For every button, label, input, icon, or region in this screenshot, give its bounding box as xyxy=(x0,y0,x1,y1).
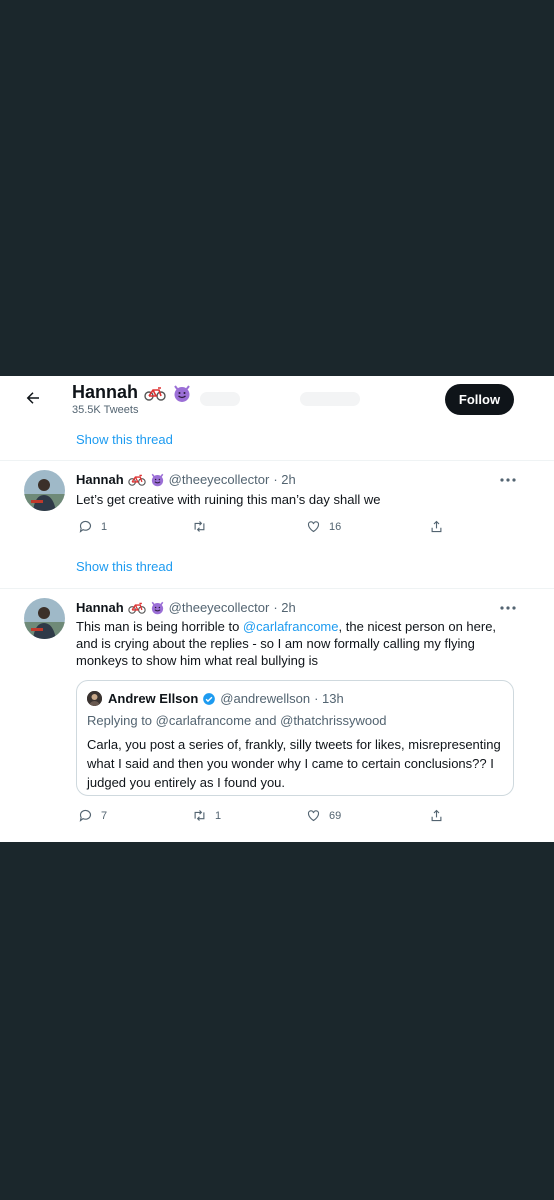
profile-photo-icon xyxy=(24,470,65,511)
tweet-time[interactable]: · 2h xyxy=(273,472,295,487)
faded-background-element xyxy=(200,392,240,406)
divider xyxy=(0,588,554,589)
reply-button[interactable]: 7 xyxy=(78,808,107,823)
more-dots-icon[interactable] xyxy=(498,476,518,484)
author-name[interactable]: Hannah xyxy=(76,472,124,487)
bicycle-emoji-icon xyxy=(127,474,146,486)
tweet-header: Hannah @theeyecollector · 2h xyxy=(76,472,296,487)
avatar[interactable] xyxy=(24,598,65,639)
reply-button[interactable]: 1 xyxy=(78,519,107,534)
reply-bubble-icon xyxy=(79,520,92,533)
like-count: 69 xyxy=(329,809,342,822)
author-handle[interactable]: @theeyecollector xyxy=(169,472,270,487)
replying-to-text: Replying to @carlafrancome and @thatchri… xyxy=(87,713,387,728)
quoted-tweet-time: · 13h xyxy=(314,691,344,706)
smiling-devil-emoji-icon xyxy=(174,384,190,402)
bicycle-emoji-icon xyxy=(127,602,146,614)
reply-count: 7 xyxy=(101,809,108,822)
like-button[interactable]: 16 xyxy=(306,519,341,534)
profile-name: Hannah xyxy=(72,382,192,403)
reply-count: 1 xyxy=(101,520,108,533)
smiling-devil-emoji-icon xyxy=(151,473,164,487)
heart-icon xyxy=(307,810,320,822)
share-button[interactable] xyxy=(429,519,444,534)
divider xyxy=(0,460,554,461)
profile-header: Hannah 35.5K Tweets Follow xyxy=(0,376,554,426)
more-dots-icon[interactable] xyxy=(498,604,518,612)
author-name[interactable]: Hannah xyxy=(76,600,124,615)
tweet-actions: 1 16 xyxy=(76,519,446,537)
bicycle-emoji-icon xyxy=(144,386,166,401)
follow-button[interactable]: Follow xyxy=(445,384,514,415)
quoted-tweet-header: Andrew Ellson @andrewellson · 13h xyxy=(87,691,344,706)
share-button[interactable] xyxy=(429,808,444,823)
smiling-devil-emoji-icon xyxy=(151,601,164,615)
quoted-tweet[interactable]: Andrew Ellson @andrewellson · 13h Replyi… xyxy=(76,680,514,796)
quoted-author-name: Andrew Ellson xyxy=(108,691,199,706)
quoted-tweet-text: Carla, you post a series of, frankly, si… xyxy=(87,737,501,790)
retweet-icon xyxy=(194,521,205,532)
tweet-text: Let’s get creative with ruining this man… xyxy=(76,492,381,507)
author-handle[interactable]: @theeyecollector xyxy=(169,600,270,615)
tweet-text-part: This man is being horrible to xyxy=(76,619,243,634)
show-thread-link[interactable]: Show this thread xyxy=(76,559,173,574)
profile-photo-icon xyxy=(24,598,65,639)
tweet-actions: 7 1 69 xyxy=(76,808,446,826)
faded-background-element xyxy=(300,392,360,406)
retweet-count: 1 xyxy=(215,809,222,822)
avatar[interactable] xyxy=(24,470,65,511)
reply-bubble-icon xyxy=(79,809,92,822)
back-arrow-icon[interactable] xyxy=(24,389,42,407)
retweet-button[interactable]: 1 xyxy=(192,808,221,823)
quoted-profile-photo-icon xyxy=(87,691,102,706)
like-count: 16 xyxy=(329,520,342,533)
screenshot-card: Hannah 35.5K Tweets Follow Show this thr… xyxy=(0,376,554,842)
heart-icon xyxy=(307,521,320,533)
like-button[interactable]: 69 xyxy=(306,808,341,823)
retweet-icon xyxy=(194,810,205,821)
tweet-header: Hannah @theeyecollector · 2h xyxy=(76,600,296,615)
mention-link[interactable]: @carlafrancome xyxy=(243,619,339,634)
quoted-avatar xyxy=(87,691,102,706)
tweet-count: 35.5K Tweets xyxy=(72,404,139,416)
retweet-button[interactable] xyxy=(192,519,215,534)
verified-badge-icon xyxy=(203,692,216,705)
quoted-author-handle: @andrewellson xyxy=(220,691,311,706)
tweet-text: This man is being horrible to @carlafran… xyxy=(76,618,504,669)
share-icon xyxy=(431,809,442,822)
share-icon xyxy=(431,520,442,533)
tweet-time[interactable]: · 2h xyxy=(273,600,295,615)
show-thread-link[interactable]: Show this thread xyxy=(76,432,173,447)
